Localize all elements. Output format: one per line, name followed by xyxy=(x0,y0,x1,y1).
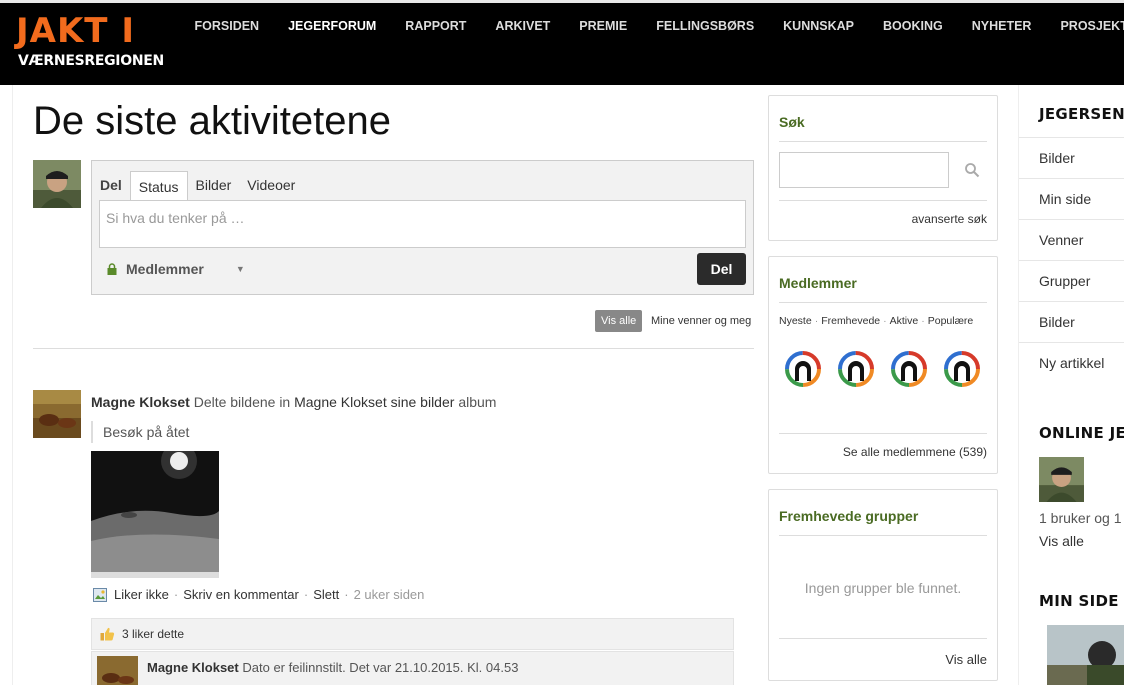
search-icon[interactable] xyxy=(964,162,980,178)
sidebar-item-bilder-2[interactable]: Bilder xyxy=(1019,301,1124,342)
widget-divider xyxy=(779,141,987,142)
tab-bilder[interactable]: Bilder xyxy=(188,170,240,200)
online-user-avatar[interactable] xyxy=(1039,457,1084,502)
tab-popular[interactable]: Populære xyxy=(928,315,974,327)
nav-fellingsbors[interactable]: FELLINGSBØRS xyxy=(656,19,754,33)
featured-groups-widget: Fremhevede grupper Ingen grupper ble fun… xyxy=(768,489,998,681)
composer-label: Del xyxy=(100,177,122,193)
widget-divider xyxy=(779,200,987,201)
privacy-label: Medlemmer xyxy=(126,261,204,277)
search-input[interactable] xyxy=(779,152,949,188)
filter-all-button[interactable]: Vis alle xyxy=(595,310,643,332)
my-page-heading: MIN SIDE xyxy=(1039,592,1119,610)
status-input[interactable]: Si hva du tenker på … xyxy=(99,200,746,248)
my-page-photo[interactable] xyxy=(1047,625,1124,685)
search-widget: Søk avanserte søk xyxy=(768,95,998,241)
tab-active[interactable]: Aktive xyxy=(890,315,919,327)
widget-divider xyxy=(779,535,987,536)
tab-newest[interactable]: Nyeste xyxy=(779,315,812,327)
online-see-all-link[interactable]: Vis alle xyxy=(1039,533,1084,549)
nav-premie[interactable]: PREMIE xyxy=(579,19,627,33)
sidebar-item-min-side[interactable]: Min side xyxy=(1019,178,1124,219)
activity-time: 2 uker siden xyxy=(353,587,425,602)
online-count: 1 bruker og 1 xyxy=(1039,510,1122,526)
activity-user-avatar[interactable] xyxy=(33,390,81,438)
advanced-search-link[interactable]: avanserte søk xyxy=(912,212,987,226)
members-widget-title: Medlemmer xyxy=(779,275,857,291)
composer-tabs: Del Status Bilder Videoer xyxy=(100,169,303,202)
nav-kunnskap[interactable]: KUNNSKAP xyxy=(783,19,854,33)
hunter-center-heading: JEGERSENT xyxy=(1039,105,1124,123)
nav-jegerforum[interactable]: JEGERFORUM xyxy=(288,19,376,33)
activity-quote: Besøk på åtet xyxy=(91,421,189,443)
sidebar-item-grupper[interactable]: Grupper xyxy=(1019,260,1124,301)
member-filter-tabs: Nyeste · Fremhevede · Aktive · Populære xyxy=(779,315,974,327)
tab-featured[interactable]: Fremhevede xyxy=(821,315,880,327)
online-heading: ONLINE JEG xyxy=(1039,424,1124,442)
activity-photo[interactable] xyxy=(91,451,219,578)
tab-status[interactable]: Status xyxy=(129,170,188,202)
main-nav: FORSIDEN JEGERFORUM RAPPORT ARKIVET PREM… xyxy=(180,19,1124,33)
comment-text: Magne Klokset Dato er feilinnstilt. Det … xyxy=(147,660,518,675)
comment-body: Dato er feilinnstilt. Det var 21.10.2015… xyxy=(242,660,519,675)
see-all-members-link[interactable]: Se alle medlemmene (539) xyxy=(843,445,987,459)
unlike-link[interactable]: Liker ikke xyxy=(114,587,169,602)
logo-subtitle[interactable]: VÆRNESREGIONEN xyxy=(18,53,164,69)
member-avatar[interactable] xyxy=(891,351,927,387)
groups-see-all-link[interactable]: Vis alle xyxy=(945,652,987,667)
likes-summary: 3 liker dette xyxy=(91,618,734,650)
nav-rapport[interactable]: RAPPORT xyxy=(405,19,466,33)
groups-widget-title: Fremhevede grupper xyxy=(779,508,919,524)
logo-title[interactable]: JAKT I xyxy=(16,11,135,51)
nav-arkivet[interactable]: ARKIVET xyxy=(495,19,550,33)
comment-avatar[interactable] xyxy=(97,656,138,685)
caret-down-icon: ▼ xyxy=(235,264,245,274)
activity-user-link[interactable]: Magne Klokset xyxy=(91,394,190,410)
sidebar-item-ny-artikkel[interactable]: Ny artikkel xyxy=(1019,342,1124,383)
thumbs-up-icon xyxy=(100,627,115,641)
current-user-avatar[interactable] xyxy=(33,160,81,208)
activity-verb: Delte bildene in xyxy=(193,394,291,410)
like-icon xyxy=(93,587,107,602)
nav-booking[interactable]: BOOKING xyxy=(883,19,943,33)
comment-item: Magne Klokset Dato er feilinnstilt. Det … xyxy=(91,651,734,685)
lock-icon xyxy=(107,263,117,275)
status-composer: Del Status Bilder Videoer Si hva du tenk… xyxy=(91,160,754,295)
filter-friends-link[interactable]: Mine venner og meg xyxy=(651,315,751,327)
sidebar-item-venner[interactable]: Venner xyxy=(1019,219,1124,260)
comment-link[interactable]: Skriv en kommentar xyxy=(183,587,299,602)
member-avatar[interactable] xyxy=(785,351,821,387)
page-title: De siste aktivitetene xyxy=(33,99,391,143)
members-widget: Medlemmer Nyeste · Fremhevede · Aktive · Popul… xyxy=(768,256,998,474)
widget-divider xyxy=(779,638,987,639)
widget-divider xyxy=(779,302,987,303)
no-groups-message: Ingen grupper ble funnet. xyxy=(804,580,962,596)
activity-suffix: album xyxy=(458,394,497,410)
activity-main: De siste aktivitetene Del Status Bilder … xyxy=(12,85,754,685)
privacy-select[interactable]: Medlemmer ▼ xyxy=(106,261,245,277)
right-sidebar: JEGERSENT Bilder Min side Venner Grupper… xyxy=(1018,85,1124,685)
activity-album-link[interactable]: Magne Klokset sine bilder xyxy=(294,394,454,410)
share-button[interactable]: Del xyxy=(697,253,746,285)
activity-headline: Magne Klokset Delte bildene in Magne Klo… xyxy=(91,394,496,410)
member-avatar[interactable] xyxy=(838,351,874,387)
activity-actions: Liker ikke · Skriv en kommentar · Slett … xyxy=(93,587,424,602)
site-header: JAKT I VÆRNESREGIONEN FORSIDEN JEGERFORU… xyxy=(0,0,1124,85)
comment-user-link[interactable]: Magne Klokset xyxy=(147,660,239,675)
widget-divider xyxy=(779,433,987,434)
feed-divider xyxy=(33,348,754,349)
nav-forsiden[interactable]: FORSIDEN xyxy=(195,19,260,33)
nav-nyheter[interactable]: NYHETER xyxy=(972,19,1032,33)
nav-prosjektet[interactable]: PROSJEKTET xyxy=(1060,19,1124,33)
search-widget-title: Søk xyxy=(779,114,805,130)
sidebar-item-bilder[interactable]: Bilder xyxy=(1019,137,1124,178)
delete-link[interactable]: Slett xyxy=(313,587,339,602)
member-avatar[interactable] xyxy=(944,351,980,387)
tab-videoer[interactable]: Videoer xyxy=(239,170,303,200)
likes-count[interactable]: 3 liker dette xyxy=(122,627,184,641)
